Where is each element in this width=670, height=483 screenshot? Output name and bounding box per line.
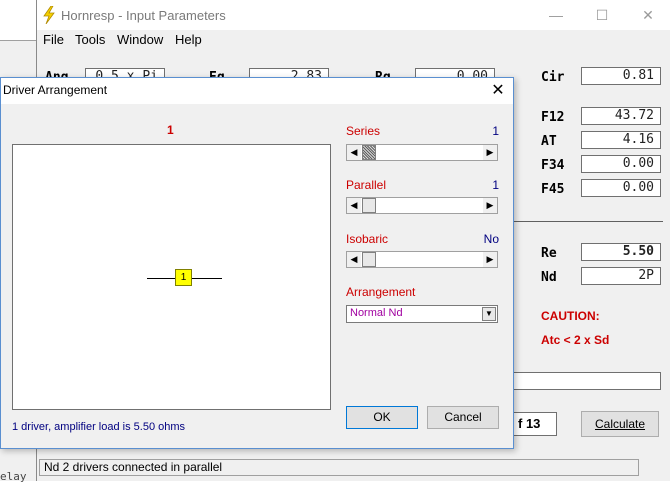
f12-field[interactable]: 43.72 <box>581 107 661 125</box>
series-slider[interactable]: ◀ ▶ <box>346 144 498 161</box>
dialog-status-text: 1 driver, amplifier load is 5.50 ohms <box>12 421 186 433</box>
arrangement-select[interactable]: Normal Nd ▼ <box>346 305 498 323</box>
series-slider-thumb[interactable] <box>362 145 376 160</box>
f45-label: F45 <box>541 182 565 197</box>
arrow-left-icon[interactable]: ◀ <box>347 145 361 160</box>
arrow-left-icon[interactable]: ◀ <box>347 198 361 213</box>
parallel-slider[interactable]: ◀ ▶ <box>346 197 498 214</box>
arrow-left-icon[interactable]: ◀ <box>347 252 361 267</box>
driver-count: 1 <box>167 123 174 137</box>
wire-left <box>147 278 177 279</box>
cir-field[interactable]: 0.81 <box>581 67 661 85</box>
series-value: 1 <box>492 124 499 138</box>
nd-label: Nd <box>541 270 557 285</box>
arrangement-selected-value: Normal Nd <box>350 307 403 319</box>
parallel-slider-thumb[interactable] <box>362 198 376 213</box>
main-window-title: Hornresp - Input Parameters <box>61 8 226 23</box>
background-text: elay <box>0 470 27 483</box>
f34-field[interactable]: 0.00 <box>581 155 661 173</box>
comment-field[interactable] <box>513 372 661 390</box>
minimize-button[interactable]: — <box>533 0 579 30</box>
background-divider <box>0 40 36 41</box>
menu-window[interactable]: Window <box>117 32 163 47</box>
f45-field[interactable]: 0.00 <box>581 179 661 197</box>
series-label: Series <box>346 124 381 138</box>
at-label: AT <box>541 134 557 149</box>
dialog-title: Driver Arrangement <box>3 83 108 97</box>
maximize-button[interactable]: ☐ <box>579 0 625 30</box>
isobaric-slider-thumb[interactable] <box>362 252 376 267</box>
arrow-right-icon[interactable]: ▶ <box>483 198 497 213</box>
close-button[interactable]: ✕ <box>625 0 670 30</box>
wire-right <box>192 278 222 279</box>
at-field[interactable]: 4.16 <box>581 131 661 149</box>
lightning-icon <box>43 6 55 24</box>
arrow-right-icon[interactable]: ▶ <box>483 252 497 267</box>
f34-label: F34 <box>541 158 565 173</box>
caution-text: Atc < 2 x Sd <box>541 333 610 347</box>
cir-label: Cir <box>541 70 565 85</box>
isobaric-value: No <box>483 232 499 246</box>
parallel-value: 1 <box>492 178 499 192</box>
f12-label: F12 <box>541 110 565 125</box>
page-indicator: f 13 <box>513 412 557 436</box>
caution-title: CAUTION: <box>541 309 600 323</box>
isobaric-slider[interactable]: ◀ ▶ <box>346 251 498 268</box>
driver-arrangement-dialog: Driver Arrangement ✕ 1 1 1 driver, ampli… <box>0 77 514 449</box>
nd-field[interactable]: 2P <box>581 267 661 285</box>
isobaric-label: Isobaric <box>346 232 389 246</box>
parallel-label: Parallel <box>346 178 387 192</box>
menu-file[interactable]: File <box>43 32 64 47</box>
arrangement-label: Arrangement <box>346 285 416 299</box>
background-window-top <box>0 0 36 40</box>
status-text: Nd 2 drivers connected in parallel <box>39 459 639 476</box>
menu-help[interactable]: Help <box>175 32 202 47</box>
dialog-close-icon[interactable]: ✕ <box>487 80 509 102</box>
calculate-button[interactable]: Calculate <box>581 411 659 437</box>
ok-button[interactable]: OK <box>346 406 418 429</box>
cancel-button[interactable]: Cancel <box>427 406 499 429</box>
arrow-right-icon[interactable]: ▶ <box>483 145 497 160</box>
section-divider <box>513 221 663 222</box>
re-label: Re <box>541 246 557 261</box>
chevron-down-icon[interactable]: ▼ <box>482 307 496 321</box>
menu-tools[interactable]: Tools <box>75 32 105 47</box>
re-field[interactable]: 5.50 <box>581 243 661 261</box>
arrangement-canvas: 1 <box>12 144 331 410</box>
driver-symbol: 1 <box>175 269 192 286</box>
